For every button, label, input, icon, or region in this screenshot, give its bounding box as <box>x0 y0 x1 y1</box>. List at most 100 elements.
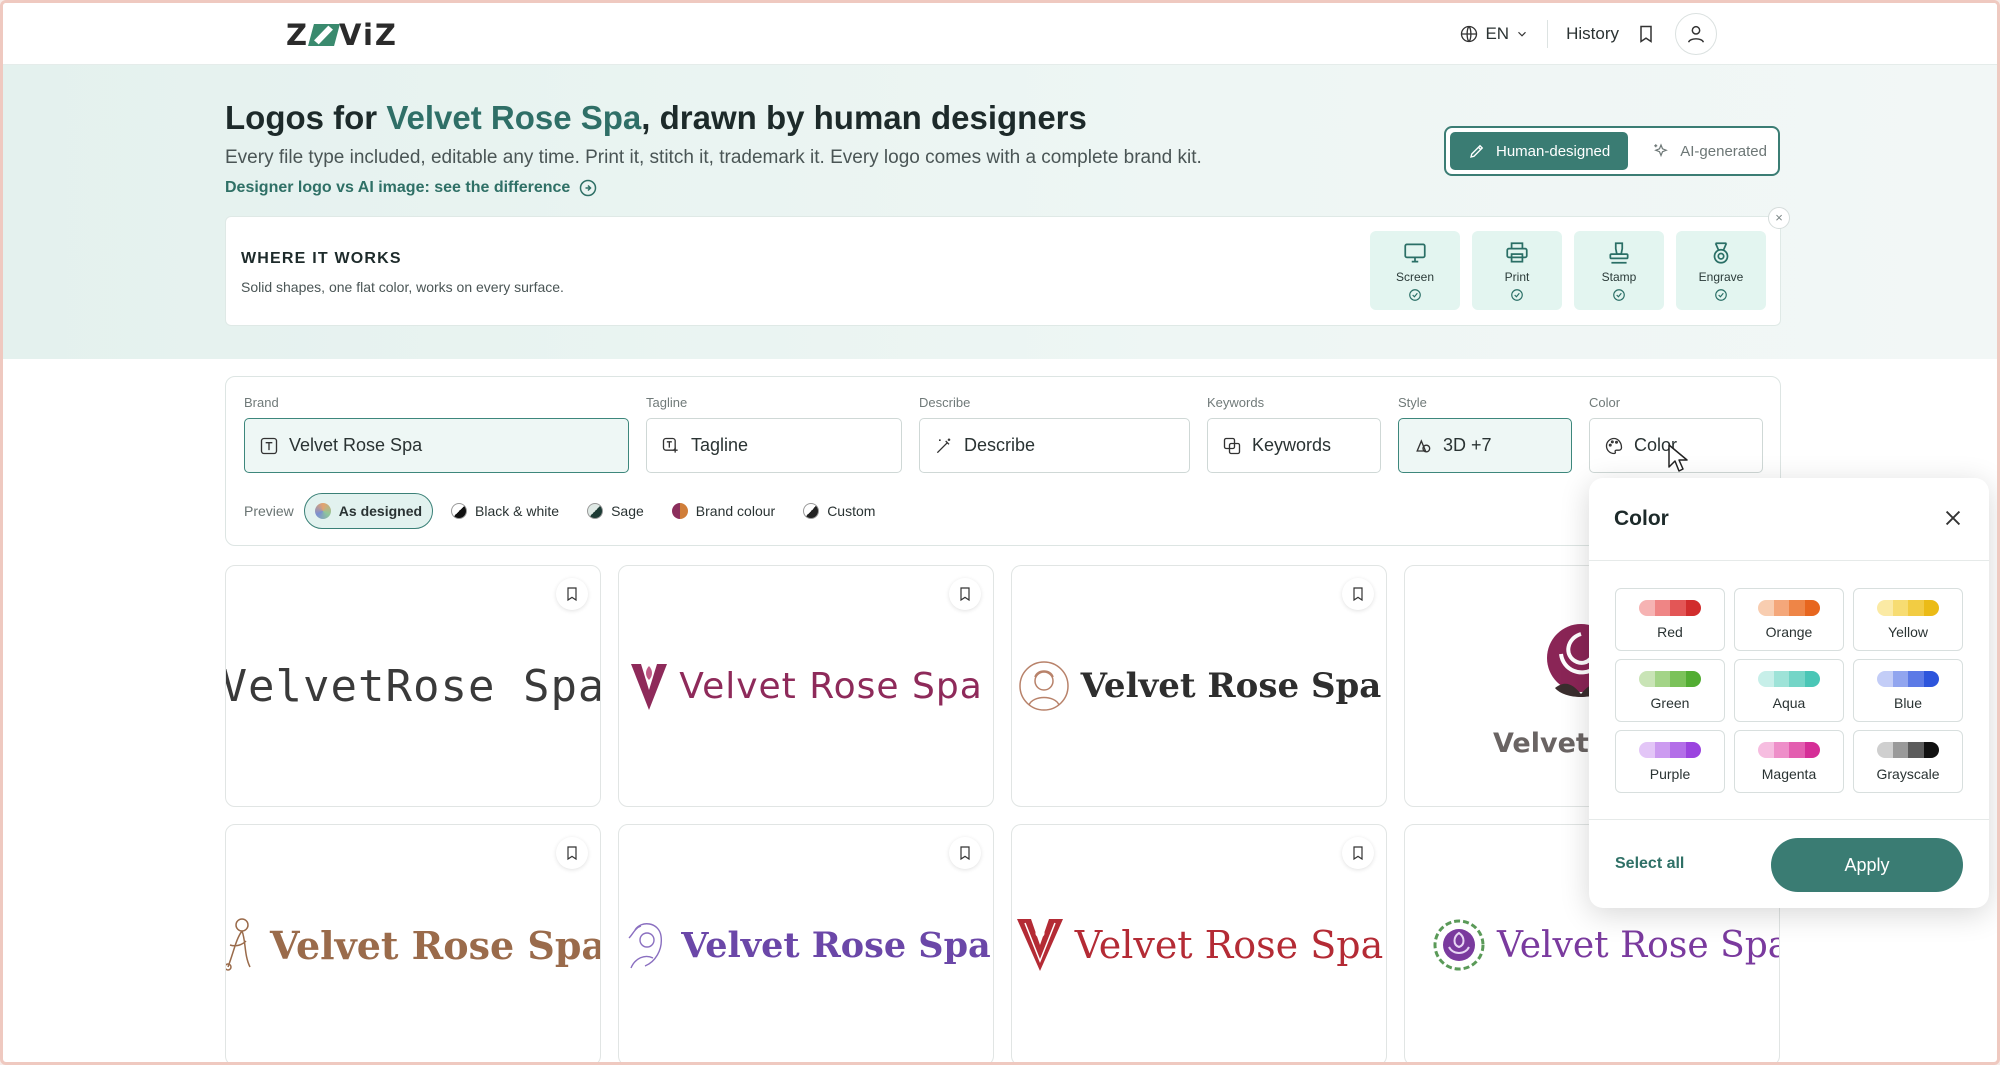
history-link[interactable]: History <box>1558 24 1627 44</box>
chevron-down-icon <box>1518 31 1527 37</box>
preview-brand-colour-label: Brand colour <box>695 503 776 519</box>
tile-print-label: Print <box>1504 269 1530 284</box>
save-logo-button[interactable] <box>1342 837 1374 869</box>
saved-button[interactable] <box>1627 15 1665 53</box>
swatch-shades <box>1639 741 1701 758</box>
title-suffix: , drawn by human designers <box>641 99 1087 136</box>
account-button[interactable] <box>1675 13 1717 55</box>
ai-generated-label: AI-generated <box>1680 142 1767 160</box>
color-swatch-yellow[interactable]: Yellow <box>1853 588 1963 651</box>
keywords-field: Keywords Keywords <box>1207 395 1381 473</box>
check-circle-icon <box>1511 288 1523 301</box>
where-it-works-description: Solid shapes, one flat color, works on e… <box>241 279 564 295</box>
describe-field-label: Describe <box>919 395 971 410</box>
save-logo-button[interactable] <box>949 837 981 869</box>
color-popover: Color Red Orange Yellow Green Aqua Blue Purple… <box>1589 478 1989 908</box>
nav-divider <box>1547 20 1549 48</box>
user-icon <box>1687 25 1705 43</box>
describe-input[interactable]: Describe <box>919 418 1190 473</box>
brand-colour-dot-icon <box>671 503 688 519</box>
dismiss-card-button[interactable]: × <box>1768 207 1790 229</box>
custom-dot-icon <box>803 503 820 519</box>
tile-screen-label: Screen <box>1395 269 1435 284</box>
where-it-works-title: WHERE IT WORKS <box>241 250 402 267</box>
preview-sage[interactable]: Sage <box>577 493 654 529</box>
page-title: Logos for Velvet Rose Spa, drawn by huma… <box>225 99 1087 137</box>
describe-field: Describe Describe <box>919 395 1190 473</box>
tagline-field: Tagline Tagline <box>646 395 902 473</box>
design-type-toggle: Human-designed AI-generated <box>1444 126 1780 176</box>
preview-sage-label: Sage <box>611 503 644 519</box>
swatch-label: Grayscale <box>1876 765 1940 782</box>
tile-stamp: Stamp <box>1574 231 1664 310</box>
compare-link-label: Designer logo vs AI image: see the diffe… <box>225 179 571 196</box>
logo-card[interactable]: Velvet Rose Spa <box>618 824 994 1062</box>
color-swatch-blue[interactable]: Blue <box>1853 659 1963 722</box>
color-swatch-purple[interactable]: Purple <box>1615 730 1725 793</box>
swatch-label: Purple <box>1649 765 1691 782</box>
save-logo-button[interactable] <box>556 837 588 869</box>
save-logo-button[interactable] <box>1342 578 1374 610</box>
bookmark-icon <box>1353 846 1363 861</box>
logo-card[interactable]: VelvetRose Spa <box>225 565 601 807</box>
hero-subtitle: Every file type included, editable any t… <box>225 147 1202 168</box>
apply-button[interactable]: Apply <box>1771 838 1963 892</box>
save-logo-button[interactable] <box>556 578 588 610</box>
color-field-label: Color <box>1589 395 1621 410</box>
language-selector[interactable]: EN <box>1451 24 1537 44</box>
ai-generated-option[interactable]: AI-generated <box>1634 132 1785 170</box>
keywords-placeholder: Keywords <box>1252 435 1332 455</box>
close-popover-button[interactable] <box>1937 502 1969 534</box>
swatch-shades <box>1758 741 1820 758</box>
logo-card[interactable]: Velvet Rose Spa <box>1011 824 1387 1062</box>
compare-link[interactable]: Designer logo vs AI image: see the diffe… <box>225 178 598 198</box>
logo-preview: Velvet Rose Spa <box>1012 566 1386 806</box>
save-logo-button[interactable] <box>949 578 981 610</box>
color-swatch-grayscale[interactable]: Grayscale <box>1853 730 1963 793</box>
check-circle-icon <box>1409 288 1421 301</box>
logo-text: Velvet Rose Spa <box>1080 666 1382 706</box>
style-field-label: Style <box>1398 395 1427 410</box>
color-swatch-red[interactable]: Red <box>1615 588 1725 651</box>
human-designed-option[interactable]: Human-designed <box>1450 132 1629 170</box>
logo-text-left: Z <box>286 18 310 52</box>
swatch-label: Aqua <box>1772 694 1806 711</box>
swatch-label: Blue <box>1893 694 1923 711</box>
popover-divider <box>1589 560 1989 561</box>
preview-black-white[interactable]: Black & white <box>441 493 569 529</box>
preview-as-designed-label: As designed <box>338 503 423 519</box>
keywords-input[interactable]: Keywords <box>1207 418 1381 473</box>
logo-text: Velvet Rose Spa <box>681 924 991 966</box>
palette-icon <box>1605 437 1623 454</box>
logo-text: Velvet Rose Spa <box>270 922 601 968</box>
swatch-shades <box>1639 670 1701 687</box>
logo-text: Velvet Rose Spa <box>1074 923 1384 967</box>
magic-wand-icon <box>936 438 951 453</box>
color-swatch-green[interactable]: Green <box>1615 659 1725 722</box>
bookmark-icon <box>1640 25 1652 43</box>
select-all-button[interactable]: Select all <box>1615 855 1684 873</box>
color-swatch-magenta[interactable]: Magenta <box>1734 730 1844 793</box>
logo-card[interactable]: Velvet Rose Spa <box>618 565 994 807</box>
site-logo[interactable]: Z ViZ <box>286 18 398 52</box>
globe-icon <box>1461 25 1478 43</box>
preview-custom[interactable]: Custom <box>793 493 885 529</box>
preview-brand-colour[interactable]: Brand colour <box>662 493 785 529</box>
multicolor-dot-icon <box>314 503 331 519</box>
color-swatch-orange[interactable]: Orange <box>1734 588 1844 651</box>
pen-nib-icon <box>1470 144 1484 158</box>
logo-preview: VelvetRose Spa <box>226 566 600 806</box>
logo-card[interactable]: Velvet Rose Spa <box>1011 565 1387 807</box>
v-emblem-icon <box>631 664 668 710</box>
style-input[interactable]: 3D +7 <box>1398 418 1572 473</box>
bookmark-icon <box>1353 587 1363 602</box>
tagline-input[interactable]: Tagline <box>646 418 902 473</box>
tile-stamp-label: Stamp <box>1601 269 1637 284</box>
surface-tiles: Screen Print Stamp Engrave <box>1370 231 1766 310</box>
swatch-shades <box>1758 670 1820 687</box>
logo-card[interactable]: Velvet Rose Spa <box>225 824 601 1062</box>
logo-text-right: ViZ <box>339 18 398 52</box>
brand-input[interactable]: Velvet Rose Spa <box>244 418 629 473</box>
color-swatch-aqua[interactable]: Aqua <box>1734 659 1844 722</box>
preview-as-designed[interactable]: As designed <box>303 493 434 529</box>
